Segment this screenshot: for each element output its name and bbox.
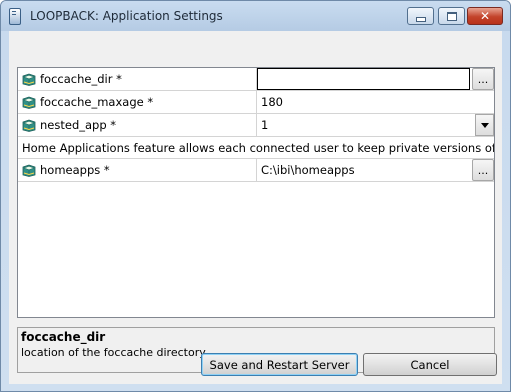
nested-app-select[interactable]: 1 [257, 114, 494, 136]
property-name-cell[interactable]: nested_app * [18, 114, 257, 136]
property-value[interactable]: C:\ibi\homeapps [261, 163, 355, 177]
book-icon [22, 164, 36, 177]
property-value: 1 [261, 118, 269, 132]
chevron-down-icon [480, 122, 489, 128]
home-applications-info: Home Applications feature allows each co… [18, 137, 494, 159]
property-value[interactable]: 180 [261, 95, 283, 109]
property-name-cell[interactable]: foccache_maxage * [18, 91, 257, 113]
ellipsis-icon: ... [477, 164, 489, 177]
property-label: foccache_maxage * [40, 95, 154, 109]
book-icon [22, 73, 36, 86]
foccache-dir-input[interactable] [257, 68, 470, 90]
maximize-icon [446, 11, 457, 21]
maximize-button[interactable] [438, 7, 465, 25]
property-label: nested_app * [40, 118, 117, 132]
app-icon [9, 8, 21, 25]
property-value-cell[interactable]: 180 [257, 91, 494, 113]
property-row-nested-app[interactable]: nested_app * 1 [18, 114, 494, 137]
book-icon [22, 96, 36, 109]
window-title: LOOPBACK: Application Settings [30, 9, 223, 23]
property-grid: foccache_dir * ... foccache_maxage * 180… [17, 67, 495, 318]
dialog-body: foccache_dir * ... foccache_maxage * 180… [9, 31, 502, 384]
property-label: foccache_dir * [40, 72, 122, 86]
property-value-cell[interactable]: C:\ibi\homeapps ... [257, 159, 494, 181]
close-button[interactable]: ✕ [467, 7, 503, 25]
browse-button[interactable]: ... [472, 159, 494, 181]
info-text: Home Applications feature allows each co… [22, 140, 494, 155]
cancel-button[interactable]: Cancel [363, 353, 497, 376]
property-row-homeapps[interactable]: homeapps * C:\ibi\homeapps ... [18, 159, 494, 182]
minimize-icon [415, 16, 426, 22]
title-bar[interactable]: LOOPBACK: Application Settings ✕ [1, 1, 510, 31]
settings-window: LOOPBACK: Application Settings ✕ foccach… [0, 0, 511, 392]
cancel-button-label: Cancel [410, 357, 450, 372]
help-title: foccache_dir [21, 330, 106, 344]
property-name-cell[interactable]: homeapps * [18, 159, 257, 181]
help-description: location of the foccache directory [21, 346, 206, 359]
property-label: homeapps * [40, 163, 110, 177]
save-and-restart-button[interactable]: Save and Restart Server [201, 353, 358, 376]
dropdown-button[interactable] [475, 114, 494, 136]
property-value-cell[interactable]: ... [257, 68, 494, 90]
close-icon: ✕ [479, 9, 491, 23]
book-icon [22, 119, 36, 132]
save-button-label: Save and Restart Server [209, 357, 350, 372]
ellipsis-icon: ... [477, 73, 489, 86]
property-row-foccache-dir[interactable]: foccache_dir * ... [18, 68, 494, 91]
property-row-foccache-maxage[interactable]: foccache_maxage * 180 [18, 91, 494, 114]
minimize-button[interactable] [407, 7, 434, 25]
browse-button[interactable]: ... [472, 68, 494, 90]
property-name-cell[interactable]: foccache_dir * [18, 68, 257, 90]
